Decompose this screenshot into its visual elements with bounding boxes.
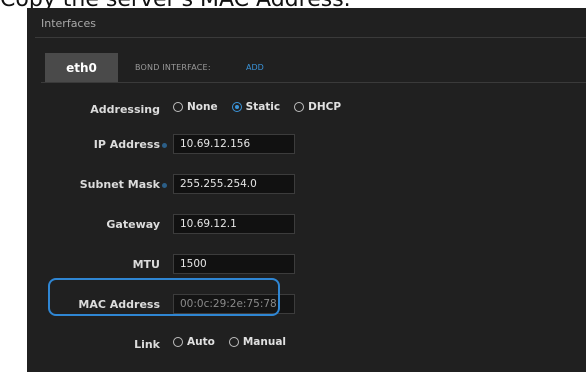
ip-address-row: IP Address	[27, 134, 586, 156]
radio-none-label: None	[187, 101, 218, 113]
radio-manual[interactable]	[228, 337, 239, 347]
radio-manual-label: Manual	[242, 336, 287, 348]
ip-address-label: IP Address	[93, 138, 160, 151]
bond-interface-label: BOND INTERFACE:	[135, 63, 211, 72]
addressing-option-dhcp[interactable]: DHCP	[294, 101, 341, 113]
link-radio-group: Auto Manual	[173, 336, 300, 348]
mtu-row: MTU	[27, 254, 586, 276]
gateway-label: Gateway	[106, 218, 160, 231]
addressing-row: Addressing None Static DHCP	[27, 99, 586, 121]
addressing-option-static[interactable]: Static	[231, 101, 281, 113]
section-title: Interfaces	[41, 17, 96, 30]
addressing-radio-group: None Static DHCP	[173, 101, 355, 113]
radio-none[interactable]	[173, 102, 183, 112]
addressing-label: Addressing	[90, 103, 160, 116]
tab-eth0[interactable]: eth0	[45, 53, 118, 82]
subnet-mask-label: Subnet Mask	[79, 178, 160, 191]
ip-address-input[interactable]	[173, 134, 295, 154]
radio-static-label: Static	[245, 101, 281, 113]
link-option-manual[interactable]: Manual	[228, 336, 287, 348]
link-row: Link Auto Manual	[27, 334, 586, 356]
bond-add-link[interactable]: ADD	[246, 63, 264, 72]
radio-auto-label: Auto	[187, 336, 215, 348]
radio-static[interactable]	[231, 102, 242, 112]
mac-address-highlight	[48, 278, 280, 316]
radio-dhcp-label: DHCP	[308, 101, 342, 113]
gateway-input[interactable]	[173, 214, 295, 234]
network-settings-panel: Interfaces eth0 BOND INTERFACE: ADD Addr…	[27, 8, 586, 372]
radio-dhcp[interactable]	[294, 102, 305, 112]
radio-auto[interactable]	[173, 337, 183, 347]
required-indicator-icon	[162, 143, 167, 148]
mtu-input[interactable]	[173, 254, 295, 274]
required-indicator-icon	[162, 183, 167, 188]
interface-tab-bar: eth0 BOND INTERFACE: ADD	[41, 53, 586, 83]
subnet-mask-input[interactable]	[173, 174, 295, 194]
link-label: Link	[134, 338, 160, 351]
mtu-label: MTU	[132, 258, 160, 271]
link-option-auto[interactable]: Auto	[173, 336, 215, 348]
gateway-row: Gateway	[27, 214, 586, 236]
addressing-option-none[interactable]: None	[173, 101, 218, 113]
section-divider	[35, 37, 586, 38]
subnet-mask-row: Subnet Mask	[27, 174, 586, 196]
